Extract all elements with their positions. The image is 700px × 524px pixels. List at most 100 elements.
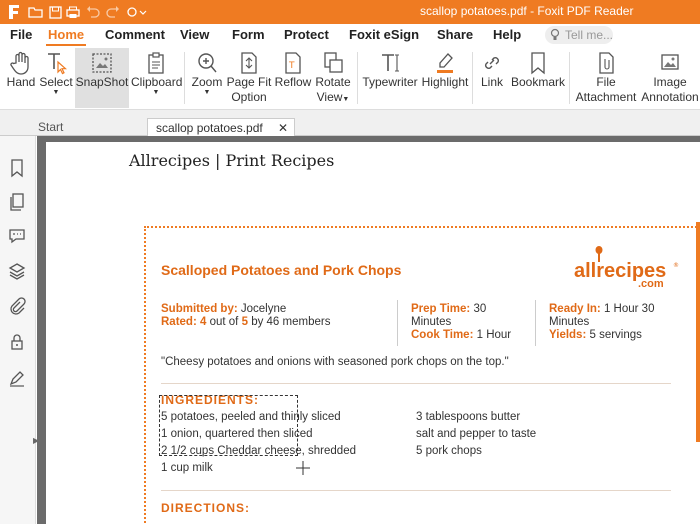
cook-label: Cook Time: [411, 329, 474, 341]
page-fit-label-2: Option [231, 90, 267, 104]
snapshot-icon [75, 51, 129, 75]
section-divider [161, 383, 671, 384]
allrecipes-logo: allrecipes ® .com [574, 246, 679, 292]
title-bar: scallop potatoes.pdf - Foxit PDF Reader [0, 0, 700, 24]
rated-max: 5 [241, 316, 248, 328]
menu-bar: File Home Comment View Form Protect Foxi… [0, 24, 700, 46]
directions-heading: DIRECTIONS: [161, 501, 250, 515]
rotate-label-2: View▼ [313, 90, 353, 107]
bookmarks-panel-icon[interactable] [7, 158, 27, 178]
meta-divider [535, 300, 536, 346]
clipboard-button[interactable]: Clipboard ▼ [131, 48, 182, 108]
tab-start[interactable]: Start [30, 118, 145, 136]
document-viewport[interactable]: Allrecipes | Print Recipes Scalloped Pot… [37, 136, 700, 524]
tab-start-label: Start [38, 120, 64, 134]
menu-foxit-esign[interactable]: Foxit eSign [349, 27, 419, 42]
tell-me-search[interactable]: Tell me... [545, 26, 613, 44]
tab-scallop-potatoes[interactable]: scallop potatoes.pdf ✕ [147, 118, 295, 136]
snapshot-tool-button[interactable]: SnapShot [75, 48, 129, 108]
select-dropdown-arrow-icon: ▼ [52, 89, 60, 96]
meta-divider [397, 300, 398, 346]
menu-help[interactable]: Help [493, 27, 521, 42]
rotate-view-label-2: View [316, 90, 343, 104]
snapshot-selection-rectangle[interactable] [159, 395, 298, 456]
navigation-sidebar: ▶ [0, 136, 39, 524]
undo-icon[interactable] [84, 3, 102, 21]
bookmark-button[interactable]: Bookmark [510, 48, 566, 108]
ready-yields-block: Ready In: 1 Hour 30 Minutes Yields: 5 se… [549, 303, 679, 342]
menu-file[interactable]: File [10, 27, 32, 42]
reflow-button[interactable]: T Reflow [274, 48, 312, 108]
image-annotation-label-1: Image [653, 75, 687, 89]
menu-protect[interactable]: Protect [284, 27, 329, 42]
hand-tool-button[interactable]: Hand [4, 48, 38, 108]
ribbon-separator [472, 52, 473, 104]
bookmark-icon [510, 51, 566, 75]
open-folder-icon[interactable] [26, 3, 44, 21]
recipe-tagline: "Cheesy potatoes and onions with seasone… [161, 356, 509, 368]
prep-label: Prep Time: [411, 303, 471, 315]
prep-value: 30 [473, 303, 487, 315]
prep-unit: Minutes [411, 316, 452, 328]
print-recipes-header: Allrecipes | Print Recipes [129, 151, 335, 170]
layers-panel-icon[interactable] [7, 261, 27, 281]
typewriter-label: Typewriter [362, 75, 418, 89]
registered-mark: ® [673, 262, 679, 269]
menu-view[interactable]: View [180, 27, 209, 42]
select-tool-button[interactable]: Select ▼ [38, 48, 74, 108]
highlighter-icon [421, 51, 469, 75]
reflow-label: Reflow [274, 75, 312, 89]
pages-panel-icon[interactable] [7, 192, 27, 212]
security-lock-icon[interactable] [7, 332, 27, 352]
signature-panel-icon[interactable] [7, 368, 27, 388]
comments-panel-icon[interactable] [7, 226, 27, 246]
ready-label: Ready In: [549, 303, 601, 315]
menu-home[interactable]: Home [48, 27, 84, 42]
redo-icon[interactable] [104, 3, 122, 21]
yields-label: Yields: [549, 329, 587, 341]
clipboard-icon [131, 51, 181, 75]
link-label: Link [480, 75, 503, 89]
hand-label: Hand [6, 75, 36, 89]
ready-value: 1 Hour 30 [603, 303, 655, 315]
page-fit-option-button[interactable]: Page Fit Option [226, 48, 272, 108]
rated-value: 4 [199, 316, 207, 328]
zoom-button[interactable]: Zoom ▼ [189, 48, 225, 108]
vertical-scroll-indicator[interactable] [696, 222, 700, 442]
paperclip-icon [574, 51, 638, 75]
ribbon-separator [184, 52, 185, 104]
reflow-icon: T [274, 51, 312, 75]
image-annotation-label-2: Annotation [641, 90, 699, 104]
rotate-view-button[interactable]: Rotate View▼ [313, 48, 353, 108]
cook-value: 1 Hour [476, 329, 512, 341]
section-divider [161, 490, 671, 491]
menu-form[interactable]: Form [232, 27, 265, 42]
highlight-button[interactable]: Highlight [421, 48, 469, 108]
foxit-logo-icon [6, 3, 22, 21]
link-button[interactable]: Link [476, 48, 508, 108]
menu-share[interactable]: Share [437, 27, 473, 42]
ingredient-item: 1 cup milk [161, 462, 213, 474]
hand-icon [4, 51, 38, 75]
attachments-panel-icon[interactable] [7, 296, 27, 316]
rotate-label-1: Rotate [315, 75, 351, 89]
submitted-by: Jocelyne [240, 303, 287, 315]
typewriter-button[interactable]: Typewriter [362, 48, 418, 108]
ingredient-item: 5 pork chops [416, 445, 482, 457]
close-tab-icon[interactable]: ✕ [278, 119, 288, 137]
submitted-rated-block: Submitted by: Jocelyne Rated: 4 out of 5… [161, 303, 396, 329]
pdf-page: Allrecipes | Print Recipes Scalloped Pot… [46, 142, 700, 524]
select-text-icon [38, 51, 74, 75]
rotate-dropdown-arrow-icon: ▼ [342, 96, 350, 103]
document-tab-strip: Start scallop potatoes.pdf ✕ [0, 110, 700, 136]
save-icon[interactable] [46, 3, 64, 21]
print-icon[interactable] [64, 3, 82, 21]
submitted-label: Submitted by: [161, 303, 238, 315]
menu-comment[interactable]: Comment [105, 27, 165, 42]
recipe-title: Scalloped Potatoes and Pork Chops [161, 262, 402, 278]
image-annotation-button[interactable]: Image Annotation [640, 48, 700, 108]
file-attachment-button[interactable]: File Attachment [574, 48, 638, 108]
ingredients-right-column: 3 tablespoons butter salt and pepper to … [416, 409, 536, 460]
customize-quick-access-icon[interactable] [124, 3, 152, 21]
rated-out-of: out of [209, 316, 239, 328]
